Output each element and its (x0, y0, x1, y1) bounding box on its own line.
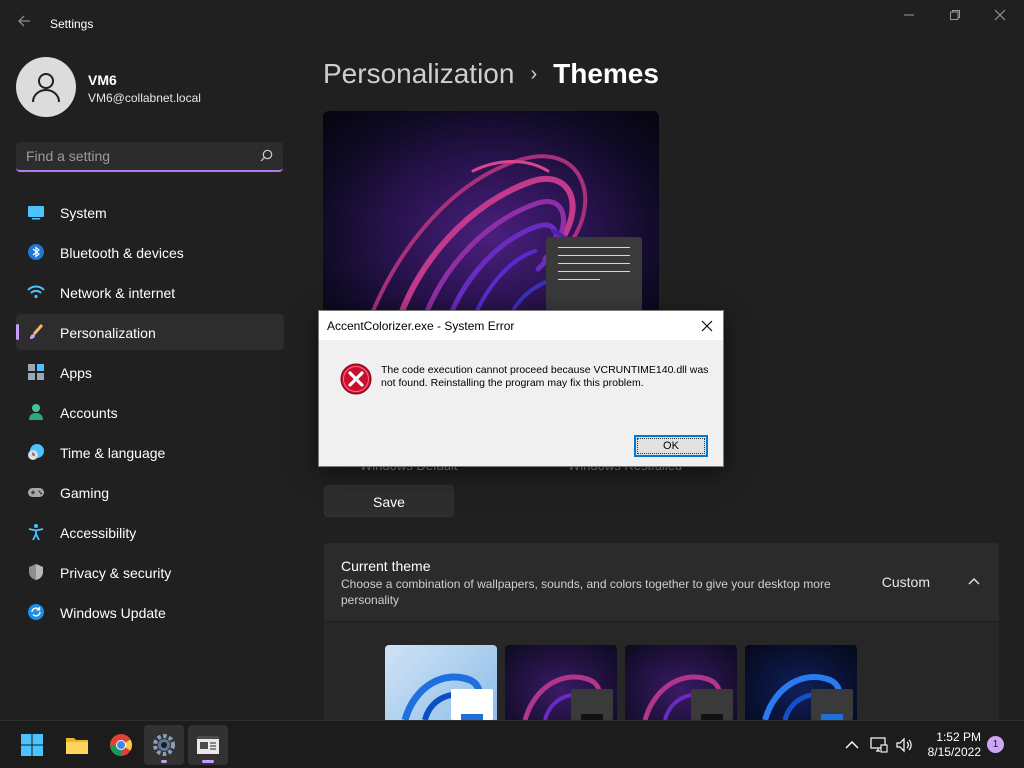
taskbar-file-explorer[interactable] (57, 725, 97, 765)
theme-preview (323, 111, 659, 339)
brush-icon (30, 324, 44, 339)
globe-clock-icon (28, 444, 44, 460)
themes-gallery (324, 622, 999, 720)
clock[interactable]: 1:52 PM 8/15/2022 (928, 730, 981, 760)
ok-button[interactable]: OK (634, 435, 708, 457)
current-theme-title: Current theme (341, 558, 431, 574)
minimize-button[interactable] (887, 6, 931, 28)
user-email: VM6@collabnet.local (88, 91, 201, 105)
apps-icon (28, 364, 44, 380)
shield-icon (29, 564, 43, 580)
sidebar-item-network[interactable]: Network & internet (16, 274, 284, 310)
error-dialog: AccentColorizer.exe - System Error The c… (318, 310, 724, 467)
bluetooth-icon (28, 244, 44, 260)
restore-icon (950, 10, 960, 20)
sidebar-item-windows-update[interactable]: Windows Update (16, 594, 284, 630)
title-bar: Settings (0, 0, 1024, 48)
user-icon (32, 73, 60, 103)
system-icon (28, 206, 44, 220)
sidebar-item-accessibility[interactable]: Accessibility (16, 514, 284, 550)
back-button[interactable] (12, 12, 36, 36)
settings-icon (153, 734, 175, 756)
sidebar-item-time-language[interactable]: Time & language (16, 434, 284, 470)
current-theme-description: Choose a combination of wallpapers, soun… (341, 577, 831, 607)
sidebar-item-label: Bluetooth & devices (60, 245, 184, 261)
dialog-message: The code execution cannot proceed becaus… (381, 364, 709, 389)
maximize-button[interactable] (933, 6, 977, 28)
minimize-icon (904, 14, 914, 16)
sidebar-item-label: Time & language (60, 445, 166, 461)
breadcrumb: Personalization › Themes (323, 58, 659, 90)
theme-thumbnail[interactable] (505, 645, 617, 720)
chevron-up-icon[interactable] (967, 574, 981, 588)
volume-icon[interactable] (895, 736, 913, 754)
current-theme-card[interactable]: Current theme Choose a combination of wa… (324, 543, 999, 621)
search-box[interactable] (16, 142, 283, 172)
current-theme-value: Custom (881, 574, 930, 590)
sidebar-item-label: Apps (60, 365, 92, 381)
taskbar: 1:52 PM 8/15/2022 1 (0, 720, 1024, 768)
sidebar-item-gaming[interactable]: Gaming (16, 474, 284, 510)
app-title: Settings (50, 17, 94, 31)
wifi-icon (27, 285, 45, 299)
sidebar-nav: System Bluetooth & devices Network & int… (16, 194, 284, 634)
active-indicator (202, 760, 214, 763)
sidebar-item-personalization[interactable]: Personalization (16, 314, 284, 350)
chevron-up-icon[interactable] (843, 736, 861, 754)
error-icon (340, 363, 372, 395)
close-button[interactable] (978, 6, 1022, 28)
chrome-icon (110, 734, 132, 756)
sidebar-item-label: Gaming (60, 485, 110, 501)
theme-thumbnail[interactable] (385, 645, 497, 720)
network-icon[interactable] (870, 736, 888, 754)
sidebar-item-system[interactable]: System (16, 194, 284, 230)
start-button[interactable] (12, 725, 52, 765)
breadcrumb-parent[interactable]: Personalization (323, 58, 514, 89)
theme-thumbnail[interactable] (745, 645, 857, 720)
accessibility-icon (28, 524, 44, 541)
taskbar-settings[interactable] (144, 725, 184, 765)
sidebar-item-label: Personalization (60, 325, 156, 341)
update-icon (28, 604, 44, 620)
accounts-icon (29, 404, 43, 420)
sidebar-item-label: Network & internet (60, 285, 176, 301)
clock-time: 1:52 PM (936, 730, 981, 744)
sidebar-item-label: Privacy & security (60, 565, 172, 581)
sidebar-item-label: Accessibility (60, 525, 137, 541)
back-arrow-icon (18, 15, 30, 27)
dialog-title-bar[interactable]: AccentColorizer.exe - System Error (319, 311, 723, 340)
news-app-icon (197, 736, 219, 754)
running-indicator (161, 760, 167, 763)
sidebar-item-label: Accounts (60, 405, 118, 421)
sidebar-item-label: System (60, 205, 107, 221)
sidebar-item-privacy[interactable]: Privacy & security (16, 554, 284, 590)
taskbar-news-app[interactable] (188, 725, 228, 765)
sidebar-item-apps[interactable]: Apps (16, 354, 284, 390)
search-icon[interactable] (260, 149, 273, 162)
avatar[interactable] (16, 57, 76, 117)
close-icon[interactable] (697, 316, 717, 336)
breadcrumb-separator: › (530, 63, 538, 85)
taskbar-chrome[interactable] (101, 725, 141, 765)
close-icon (994, 9, 1006, 21)
save-button[interactable]: Save (324, 485, 454, 517)
sidebar-item-accounts[interactable]: Accounts (16, 394, 284, 430)
start-icon (21, 734, 43, 756)
user-name: VM6 (88, 72, 117, 88)
dialog-title: AccentColorizer.exe - System Error (327, 319, 515, 333)
sidebar-item-label: Windows Update (60, 605, 166, 621)
sidebar-item-bluetooth[interactable]: Bluetooth & devices (16, 234, 284, 270)
page-title: Themes (553, 58, 659, 89)
notification-badge[interactable]: 1 (987, 736, 1004, 753)
theme-thumbnail[interactable] (625, 645, 737, 720)
file-explorer-icon (66, 738, 88, 754)
clock-date: 8/15/2022 (927, 745, 981, 759)
search-input[interactable] (16, 142, 251, 170)
gamepad-icon (28, 488, 44, 497)
